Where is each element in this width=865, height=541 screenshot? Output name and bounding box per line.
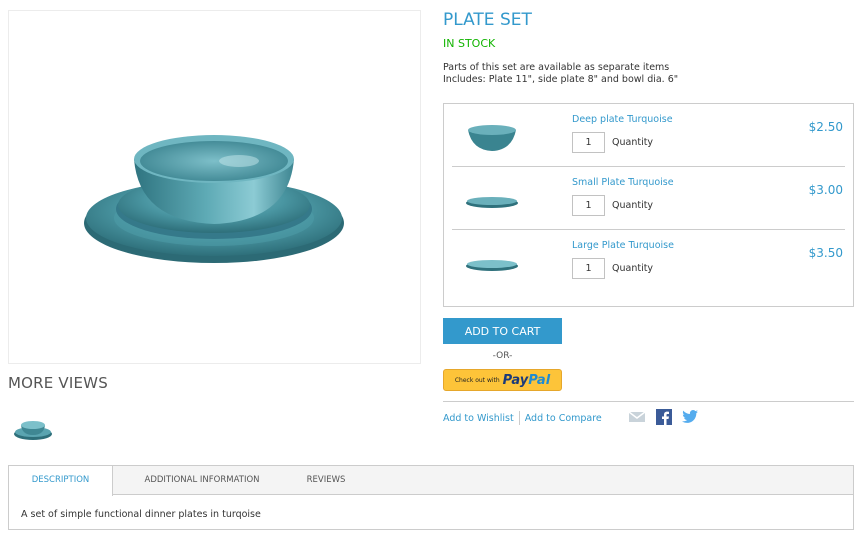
short-description-line: Parts of this set are available as separ… [443,62,670,73]
quantity-label: Quantity [612,263,654,274]
add-to-cart-button[interactable]: ADD TO CART [443,318,562,344]
item-price: $2.50 [808,120,843,134]
grouped-item-row: Small Plate Turquoise Quantity $3.00 [452,167,845,230]
tab-bar: DESCRIPTION ADDITIONAL INFORMATION REVIE… [9,466,853,496]
item-name[interactable]: Large Plate Turquoise [572,240,674,251]
link-separator [518,411,520,425]
item-price: $3.00 [808,183,843,197]
thumbnail-plate-set[interactable] [12,414,54,442]
quantity-input[interactable] [572,258,605,279]
paypal-checkout-button[interactable]: Check out with PayPal [443,369,562,391]
item-name[interactable]: Small Plate Turquoise [572,177,674,188]
paypal-prefix: Check out with [454,376,500,384]
tab-description[interactable]: DESCRIPTION [9,466,113,496]
quantity-label: Quantity [612,137,654,148]
product-title: PLATE SET [443,10,532,30]
email-icon[interactable] [628,410,646,427]
twitter-icon[interactable] [682,410,698,427]
or-separator: -OR- [492,351,513,361]
product-links: Add to Wishlist Add to Compare [443,411,602,425]
paypal-logo: PayPal [503,373,550,388]
short-description: Parts of this set are available as separ… [443,62,678,86]
more-views-title: MORE VIEWS [8,374,108,392]
paypal-logo-pay: Pay [502,372,529,388]
paypal-logo-pal: Pal [528,372,551,388]
item-name[interactable]: Deep plate Turquoise [572,114,673,125]
deep-plate-image [468,125,516,151]
grouped-item-row: Deep plate Turquoise Quantity $2.50 [452,104,845,167]
divider [443,401,854,402]
tab-content: A set of simple functional dinner plates… [21,509,261,520]
share-icons [628,409,698,428]
quantity-input[interactable] [572,132,605,153]
add-to-wishlist-link[interactable]: Add to Wishlist [443,413,514,424]
main-product-image [8,10,421,364]
add-to-compare-link[interactable]: Add to Compare [525,413,602,424]
grouped-item-row: Large Plate Turquoise Quantity $3.50 [452,230,845,293]
small-plate-image [466,197,518,208]
short-description-line: Includes: Plate 11", side plate 8" and b… [443,74,679,85]
product-tabs: DESCRIPTION ADDITIONAL INFORMATION REVIE… [8,465,854,530]
tab-reviews[interactable]: REVIEWS [291,466,361,495]
facebook-icon[interactable] [656,409,672,428]
grouped-products-table: Deep plate Turquoise Quantity $2.50 Smal… [443,103,854,307]
quantity-input[interactable] [572,195,605,216]
stock-status: IN STOCK [443,37,496,50]
item-price: $3.50 [808,246,843,260]
large-plate-image [466,260,518,271]
tab-additional-information[interactable]: ADDITIONAL INFORMATION [113,466,291,495]
quantity-label: Quantity [612,200,654,211]
